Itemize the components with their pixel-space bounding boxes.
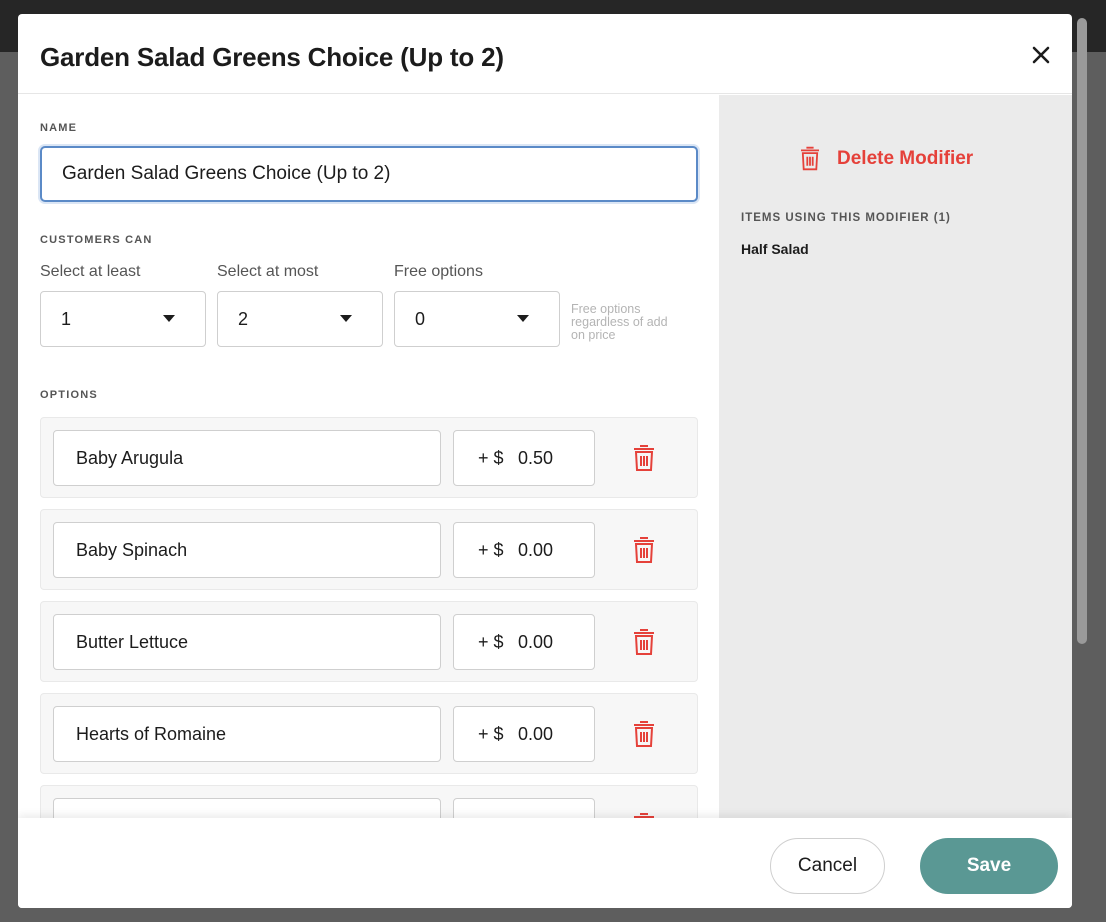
option-row: + $ [40,693,698,774]
modal-scrollbar[interactable] [1077,18,1087,644]
option-name-input[interactable] [53,430,441,486]
option-name-input[interactable] [53,614,441,670]
modal-footer: Cancel Save [18,818,1072,908]
close-icon[interactable] [1026,40,1056,70]
select-at-most-label: Select at most [217,263,319,280]
modal-header: Garden Salad Greens Choice (Up to 2) [18,14,1072,94]
free-options-label: Free options [394,263,483,280]
caret-down-icon [517,315,529,322]
customers-can-label: CUSTOMERS CAN [40,234,153,246]
option-price-input[interactable] [518,535,586,565]
save-button[interactable]: Save [920,838,1058,894]
select-at-least-label: Select at least [40,263,141,280]
caret-down-icon [340,315,352,322]
trash-icon[interactable] [632,443,656,473]
modifier-modal: Garden Salad Greens Choice (Up to 2) NAM… [18,14,1072,908]
trash-icon[interactable] [632,627,656,657]
modal-title: Garden Salad Greens Choice (Up to 2) [40,42,504,72]
price-prefix: + $ [478,448,504,468]
name-label: NAME [40,122,78,134]
item-using-modifier: Half Salad [741,241,809,257]
option-name-input[interactable] [53,522,441,578]
option-price-field: + $ [453,614,595,670]
option-row: + $ [40,785,698,818]
select-at-most-value: 2 [238,309,249,329]
price-prefix: + $ [478,540,504,560]
option-row: + $ [40,417,698,498]
option-price-input[interactable] [518,719,586,749]
option-name-input[interactable] [53,706,441,762]
cancel-button[interactable]: Cancel [770,838,885,894]
price-prefix: + $ [478,724,504,744]
option-price-field: + $ [453,706,595,762]
modifier-name-input[interactable] [40,146,698,202]
option-price-input[interactable] [518,443,586,473]
caret-down-icon [163,315,175,322]
option-row: + $ [40,509,698,590]
modifier-sidebar: Delete Modifier ITEMS USING THIS MODIFIE… [719,95,1072,818]
delete-modifier-label: Delete Modifier [837,148,974,169]
select-at-least-dropdown[interactable]: 1 [40,291,206,347]
option-price-field: + $ [453,798,595,818]
modifier-form: NAME CUSTOMERS CAN Select at least 1 Sel… [18,95,719,818]
free-options-note: Free options regardless of add on price [571,302,668,342]
select-at-least-value: 1 [61,309,72,329]
items-using-label: ITEMS USING THIS MODIFIER (1) [741,212,951,224]
trash-icon [801,146,819,171]
trash-icon[interactable] [632,535,656,565]
option-price-input[interactable] [518,627,586,657]
option-price-input[interactable] [518,811,586,818]
trash-icon[interactable] [632,811,656,818]
trash-icon[interactable] [632,719,656,749]
options-label: OPTIONS [40,389,98,401]
free-options-value: 0 [415,309,426,329]
option-price-field: + $ [453,522,595,578]
option-row: + $ [40,601,698,682]
option-name-input[interactable] [53,798,441,818]
option-price-field: + $ [453,430,595,486]
select-at-most-dropdown[interactable]: 2 [217,291,383,347]
price-prefix: + $ [478,632,504,652]
free-options-dropdown[interactable]: 0 [394,291,560,347]
